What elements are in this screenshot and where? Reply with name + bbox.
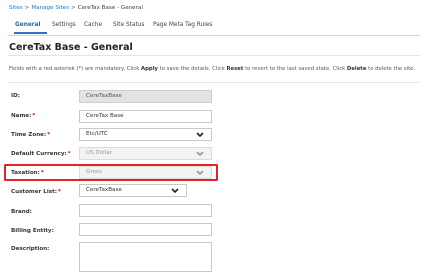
breadcrumb-separator: > [71,5,76,11]
customer-list-value: CereTaxBase [86,187,122,193]
billing-entity-label: Billing Entity: [11,228,54,234]
instructions-reset: Reset [226,66,244,72]
description-textarea[interactable] [79,242,212,272]
customer-list-label: Customer List:* [11,189,61,195]
id-label-text: ID: [11,93,20,99]
breadcrumb-link-manage-sites[interactable]: Manage Sites [31,5,69,11]
tab-page-meta-tag-rules[interactable]: Page Meta Tag Rules [153,22,212,28]
instructions-part: to save the details. Click [157,66,227,72]
default-currency-select: US Dollar [79,147,212,160]
active-tab-indicator [14,32,47,34]
description-label-text: Description: [11,246,50,252]
page-title: CereTax Base - General [9,42,133,53]
instructions-part: to revert to the last saved state. Click [243,66,347,72]
breadcrumb: Sites > Manage Sites > CereTax Base - Genera… [9,5,143,11]
instructions-part: Fields with a red asterisk (*) are manda… [9,66,142,72]
tab-cache[interactable]: Cache [84,22,102,28]
tab-site-status[interactable]: Site Status [113,22,144,28]
required-asterisk: * [58,189,61,195]
customer-list-label-text: Customer List: [11,189,57,195]
instructions-delete: Delete [346,66,367,72]
default-currency-label-text: Default Currency: [11,151,67,157]
tab-bar: General Settings Cache Site Status Page … [8,18,420,36]
breadcrumb-separator: > [24,5,30,11]
required-asterisk: * [47,132,51,138]
taxation-highlight-box [4,164,218,181]
chevron-down-icon [196,150,204,157]
description-label: Description: [11,246,49,252]
billing-entity-label-text: Billing Entity: [11,228,54,234]
tab-settings[interactable]: Settings [52,22,76,28]
name-label: Name:* [11,113,35,119]
time-zone-label-text: Time Zone: [11,132,47,138]
customer-list-select[interactable]: CereTaxBase [79,184,187,197]
instructions-apply: Apply [141,66,158,72]
billing-entity-input[interactable] [79,223,212,236]
brand-label-text: Brand: [11,209,33,215]
brand-input[interactable] [79,204,212,217]
breadcrumb-current: CereTax Base - General [77,5,143,11]
required-asterisk: * [67,151,71,157]
time-zone-select[interactable]: Etc/UTC [79,128,212,141]
brand-label: Brand: [11,209,32,215]
default-currency-value: US Dollar [86,150,112,156]
divider [8,82,420,83]
time-zone-value: Etc/UTC [86,131,108,137]
tab-general[interactable]: General [15,22,41,28]
instructions-text: Fields with a red asterisk (*) are manda… [9,66,415,72]
id-label: ID: [11,93,20,99]
divider [8,55,420,56]
instructions-part: to delete the site. [366,66,416,72]
breadcrumb-link-sites[interactable]: Sites [9,5,23,11]
chevron-down-icon [196,131,204,138]
default-currency-label: Default Currency:* [11,151,71,157]
name-input[interactable]: CereTax Base [79,110,212,123]
name-label-text: Name: [11,113,32,119]
time-zone-label: Time Zone:* [11,132,50,138]
required-asterisk: * [32,113,36,119]
chevron-down-icon [171,187,179,194]
id-field: CereTaxBase [79,90,212,103]
